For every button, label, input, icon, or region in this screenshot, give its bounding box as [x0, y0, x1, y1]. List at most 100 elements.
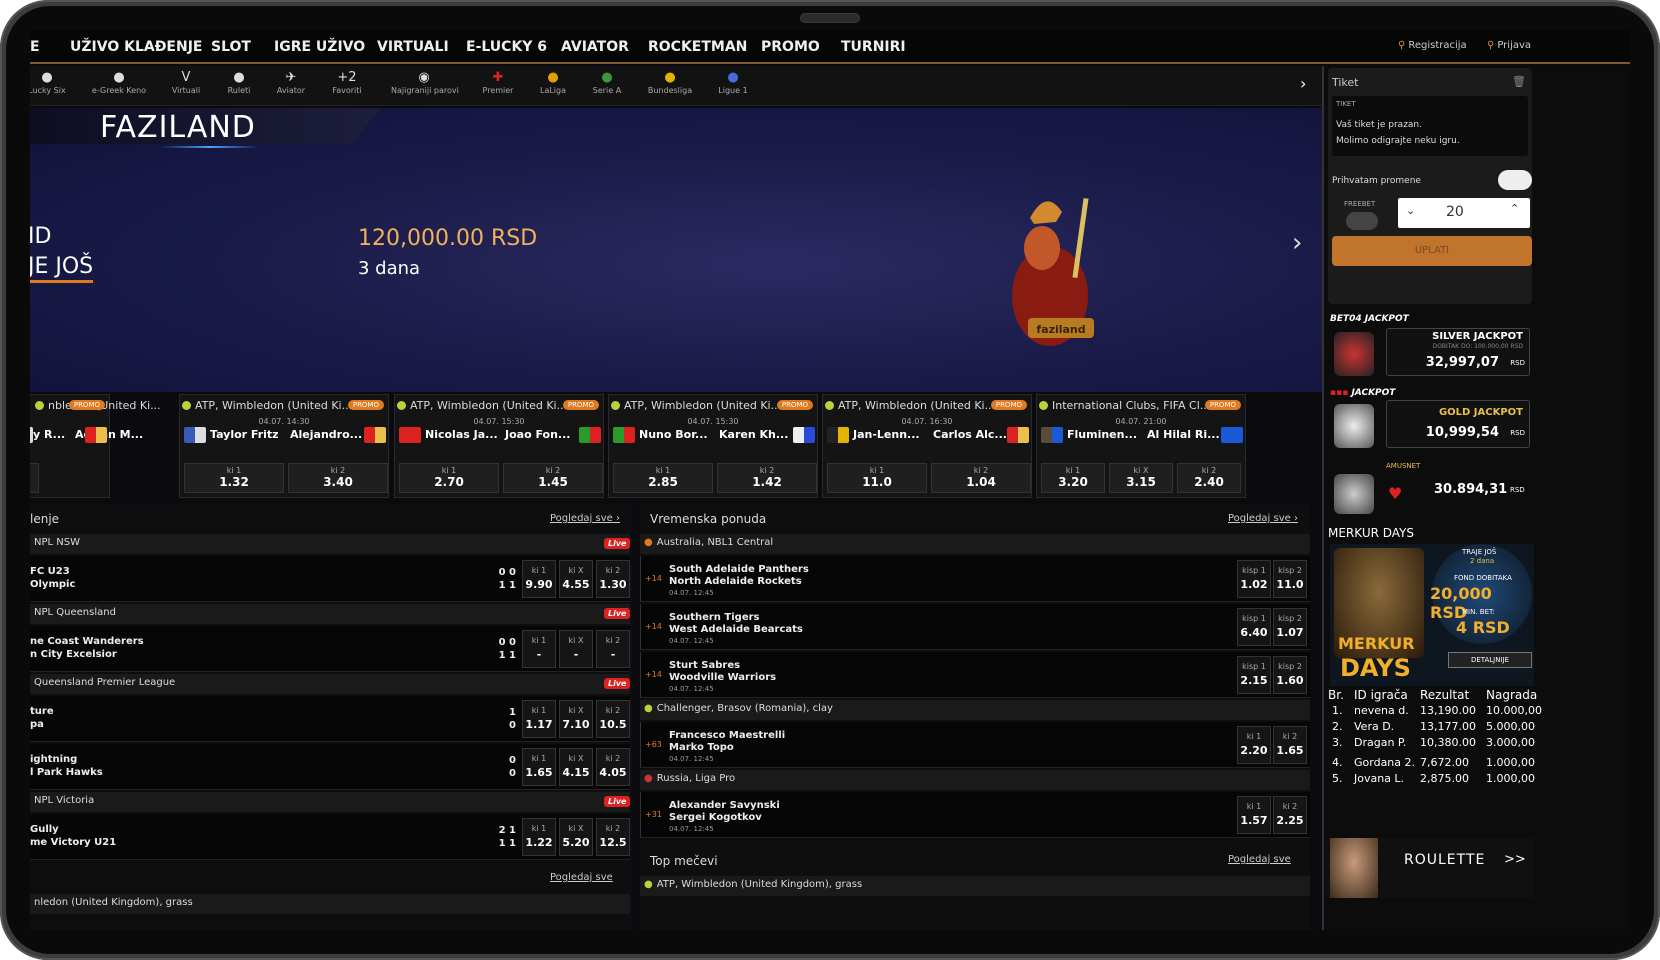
- odd-button[interactable]: kisp 1 1.02: [1237, 560, 1271, 598]
- odd-button[interactable]: ki 1 -: [522, 630, 556, 668]
- odd-button[interactable]: kisp 1 6.40: [1237, 608, 1271, 646]
- odd-button[interactable]: kisp 2 11.0: [1273, 560, 1307, 598]
- odd-button[interactable]: kisp 2 1.07: [1273, 608, 1307, 646]
- subnav-serie-a[interactable]: ● Serie A: [576, 70, 638, 95]
- odd-button[interactable]: ki 2 2.25: [1273, 796, 1307, 834]
- match-row[interactable]: FC U23 Olympic 0 0 1 1 ki 1 9.90 ki X 4.55 ki 2 1…: [30, 556, 630, 602]
- odd-button[interactable]: ki X -: [559, 630, 593, 668]
- trash-icon[interactable]: 🗑: [1512, 75, 1526, 88]
- odd-button[interactable]: ki 1 9.90: [522, 560, 556, 598]
- top-matches-see-all-link[interactable]: Pogledaj sve: [1228, 854, 1291, 865]
- promo-card[interactable]: ATP, Wimbledon (United Ki... PROMO 04.07. …: [608, 394, 818, 498]
- odd-button[interactable]: ki 1 2.20: [1237, 726, 1271, 764]
- odd-button[interactable]: ki 2 1.42: [717, 463, 817, 493]
- odd-button[interactable]: ki 2 -: [596, 630, 630, 668]
- match-row[interactable]: +31 Alexander Savynski Sergei Kogotkov 04.0…: [640, 792, 1310, 838]
- nav-item-slot[interactable]: SLOT: [211, 39, 251, 55]
- promo-card[interactable]: ATP, Wimbledon (United Ki... PROMO 04.07. …: [394, 394, 604, 498]
- nav-item-live-betting[interactable]: UŽIVO KLAĐENJE: [70, 39, 202, 55]
- live-see-all-bottom-link[interactable]: Pogledaj sve: [550, 872, 613, 883]
- odd-button[interactable]: ki 2 10.5: [596, 700, 630, 738]
- nav-item[interactable]: E: [30, 39, 40, 55]
- match-row[interactable]: ne Coast Wanderers n City Excelsior 0 0 1 1…: [30, 626, 630, 672]
- roulette-arrow[interactable]: >>: [1504, 852, 1526, 867]
- odd-button[interactable]: ki 1 11.0: [827, 463, 927, 493]
- odd-button[interactable]: ki 1 1.32: [184, 463, 284, 493]
- odd-button[interactable]: ki 2 1.30: [596, 560, 630, 598]
- odd-button[interactable]: ki X 7.10: [559, 700, 593, 738]
- chevron-up-icon[interactable]: ⌃: [1510, 202, 1519, 215]
- odd-button[interactable]: ki 1 1.57: [1237, 796, 1271, 834]
- promo-card[interactable]: International Clubs, FIFA Cl... PROMO 04.0…: [1036, 394, 1246, 498]
- subnav-aviator[interactable]: ✈ Aviator: [260, 70, 322, 95]
- promo-card[interactable]: ATP, Wimbledon (United Ki... PROMO 04.07. …: [822, 394, 1032, 498]
- subnav-egreek-keno[interactable]: ● e-Greek Keno: [88, 70, 150, 95]
- jackpot-amusnet[interactable]: AMUSNET ♥ 30.894,31 RSD: [1326, 458, 1534, 528]
- match-row[interactable]: ightning l Park Hawks 0 0 ki 1 1.65 ki X 4.15 ki…: [30, 744, 630, 790]
- jackpot-silver[interactable]: BET04 JACKPOT SILVER JACKPOT DOBITAK DO:…: [1326, 314, 1534, 394]
- login-link[interactable]: ⚲ Prijava: [1487, 40, 1531, 51]
- odd-button[interactable]: ki 1 1.65: [522, 748, 556, 786]
- nav-item-turniri[interactable]: TURNIRI: [841, 39, 906, 55]
- subnav-lucky-six[interactable]: ● Lucky Six: [30, 70, 78, 95]
- odd-button[interactable]: ki 2 1.65: [1273, 726, 1307, 764]
- promo-card[interactable]: nbledon (United Ki...PROMO04.07. 13:30y …: [30, 394, 161, 498]
- match-row[interactable]: +63 Francesco Maestrelli Marko Topo 04.07. …: [640, 722, 1310, 768]
- ticket-panel: Tiket 🗑 TIKET Vaš tiket je prazan. Molim…: [1328, 68, 1532, 304]
- odd-button[interactable]: ki 2 4.05: [596, 748, 630, 786]
- odd-button[interactable]: ki X 3.15: [1109, 463, 1173, 493]
- nav-item-aviator[interactable]: AVIATOR: [561, 39, 629, 55]
- merkur-days-banner[interactable]: MERKUR DAYS TRAJE JOŠ 2 dana FOND DOBITA…: [1330, 544, 1534, 686]
- odd-button[interactable]: ki 23.80: [30, 463, 39, 493]
- live-see-all-link[interactable]: Pogledaj sve ›: [550, 513, 620, 524]
- freebet-toggle[interactable]: [1346, 212, 1378, 230]
- odd-button[interactable]: ki 1 1.22: [522, 818, 556, 856]
- subnav-next-arrow[interactable]: ›: [1300, 74, 1306, 93]
- odd-button[interactable]: ki X 5.20: [559, 818, 593, 856]
- match-row[interactable]: +14 Southern Tigers West Adelaide Bearcats…: [640, 604, 1310, 650]
- nav-item-promo[interactable]: PROMO: [761, 39, 820, 55]
- merkur-details-button[interactable]: DETALJNIJE: [1448, 652, 1532, 668]
- subnav-laliga[interactable]: ● LaLiga: [522, 70, 584, 95]
- promo-banner[interactable]: FAZILAND ID JE JOŠ 120,000.00 RSD 3 dana…: [30, 108, 1388, 392]
- odd-button[interactable]: ki 1 2.85: [613, 463, 713, 493]
- match-row[interactable]: +14 South Adelaide Panthers North Adelaide…: [640, 556, 1310, 602]
- pay-button[interactable]: UPLATI: [1332, 236, 1532, 266]
- stake-input[interactable]: 20: [1446, 204, 1464, 220]
- odd-button[interactable]: ki 1 1.17: [522, 700, 556, 738]
- time-offer-see-all-link[interactable]: Pogledaj sve ›: [1228, 513, 1298, 524]
- subnav-label: Favoriti: [332, 86, 362, 95]
- odd-button[interactable]: ki X 4.15: [559, 748, 593, 786]
- match-row[interactable]: +14 Sturt Sabres Woodville Warriors 04.07. …: [640, 652, 1310, 698]
- banner-next-arrow[interactable]: ›: [1292, 228, 1302, 258]
- register-link[interactable]: ⚲ Registracija: [1398, 40, 1467, 51]
- match-row[interactable]: Gully me Victory U21 2 1 1 1 ki 1 1.22 ki X 5.2…: [30, 814, 630, 860]
- odd-button[interactable]: kisp 1 2.15: [1237, 656, 1271, 694]
- odd-label: ki X: [568, 754, 584, 763]
- odd-button[interactable]: ki 2 12.5: [596, 818, 630, 856]
- subnav-ligue1[interactable]: ● Ligue 1: [702, 70, 764, 95]
- nav-item-virtuals[interactable]: VIRTUALI: [377, 39, 449, 55]
- jackpot-gold[interactable]: ▪▪▪ JACKPOT GOLD JACKPOT 10,999,54 RSD: [1326, 388, 1534, 464]
- roulette-tile[interactable]: ROULETTE >>: [1326, 838, 1534, 898]
- nav-item-live-games[interactable]: IGRE UŽIVO: [274, 39, 365, 55]
- odd-button[interactable]: ki 1 3.20: [1041, 463, 1105, 493]
- accept-changes-toggle[interactable]: [1498, 170, 1532, 190]
- subnav-premier[interactable]: ✚ Premier: [467, 70, 529, 95]
- odd-button[interactable]: ki 1 2.70: [399, 463, 499, 493]
- promo-card[interactable]: ATP, Wimbledon (United Ki... PROMO 04.07. …: [179, 394, 389, 498]
- odd-button[interactable]: ki X 4.55: [559, 560, 593, 598]
- chevron-down-icon[interactable]: ⌄: [1406, 204, 1415, 217]
- subnav-favoriti[interactable]: +2 Favoriti: [316, 70, 378, 95]
- odd-button[interactable]: ki 2 1.04: [931, 463, 1031, 493]
- nav-item-rocketman[interactable]: ROCKETMAN: [648, 39, 747, 55]
- odd-button[interactable]: kisp 2 1.60: [1273, 656, 1307, 694]
- stake-stepper[interactable]: ⌄ 20 ⌃: [1398, 198, 1530, 228]
- nav-item-elucky6[interactable]: E-LUCKY 6: [466, 39, 547, 55]
- odd-button[interactable]: ki 2 1.45: [503, 463, 603, 493]
- match-row[interactable]: ture pa 1 0 ki 1 1.17 ki X 7.10 ki 2 10.5: [30, 696, 630, 742]
- odd-button[interactable]: ki 2 3.40: [288, 463, 388, 493]
- subnav-most-played[interactable]: ◉ Najigraniji parovi: [391, 70, 459, 95]
- odd-button[interactable]: ki 2 2.40: [1177, 463, 1241, 493]
- subnav-bundesliga[interactable]: ● Bundesliga: [639, 70, 701, 95]
